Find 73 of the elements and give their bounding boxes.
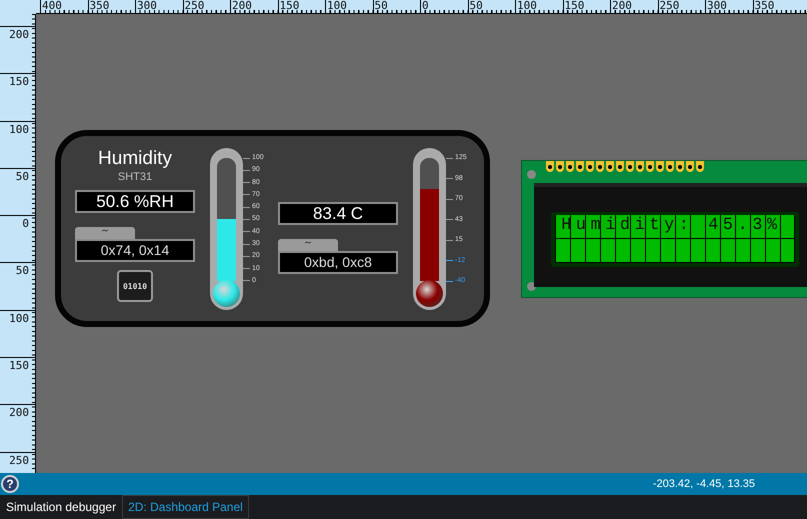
ruler-label: 350 [754, 0, 774, 12]
ruler-label: 300 [706, 0, 727, 12]
pin-icon [556, 161, 564, 172]
scale-tick [243, 218, 250, 220]
pin-icon [566, 161, 574, 172]
ruler-label: 50 [16, 263, 29, 278]
thermometer-bulb [213, 280, 240, 307]
pin-icon [636, 161, 644, 172]
scale-tick [243, 182, 250, 184]
scale-tick [243, 244, 250, 245]
raw-display: 0x74, 0x14 [75, 239, 195, 262]
ruler-label: 200 [9, 405, 29, 420]
grip-icon [102, 229, 108, 232]
scale-tick [243, 206, 250, 208]
ruler-label: 100 [9, 122, 29, 136]
scale-tick [243, 280, 250, 282]
pin-icon [656, 161, 664, 172]
pin-icon [676, 161, 684, 172]
ruler-label: 100 [326, 0, 347, 12]
ruler-label: 150 [278, 0, 300, 12]
ruler-label: 400 [41, 0, 62, 12]
scale-tick [446, 219, 453, 220]
pin-icon [686, 161, 694, 172]
raw-display: 0xbd, 0xc8 [278, 251, 398, 274]
ruler-label: 50 [374, 0, 388, 12]
cursor-coordinates: -203.42, -4.45, 13.35 [652, 478, 755, 490]
pin-icon [606, 161, 614, 172]
pin-icon [576, 161, 584, 172]
pin-icon [546, 161, 554, 172]
pin-icon [586, 161, 594, 172]
ruler-label: 350 [88, 0, 110, 12]
help-button[interactable]: ? [1, 475, 19, 493]
ruler-label: 200 [611, 0, 632, 12]
scale-tick [446, 178, 453, 179]
tab[interactable]: Simulation debugger [0, 495, 122, 519]
pin-icon [596, 161, 604, 172]
scale-tick [243, 194, 250, 196]
pin-icon [626, 161, 634, 172]
binary-data-badge: 01010 [117, 270, 153, 302]
ruler-label: 0 [22, 216, 29, 230]
scale-tick [446, 198, 453, 200]
sensor-name: SHT31 [118, 170, 152, 184]
ruler-label: 250 [184, 0, 204, 12]
ruler-label: 100 [516, 0, 537, 12]
pin-icon [696, 161, 704, 172]
ruler-label: 50 [468, 0, 483, 12]
scale-tick [446, 260, 453, 261]
ruler-label: 150 [9, 358, 29, 372]
pin-icon [646, 161, 654, 172]
reading-display: 50.6 %RH [75, 190, 195, 213]
scale-tick [243, 256, 250, 257]
ruler-label: 150 [9, 74, 29, 88]
mounting-hole-icon [527, 170, 536, 179]
grip-icon [305, 241, 311, 244]
ruler-label: 50 [16, 168, 29, 183]
ruler-label: 250 [9, 452, 29, 467]
tab[interactable]: 2D: Dashboard Panel [122, 495, 249, 519]
scale-tick [243, 268, 250, 270]
reading-display: 83.4 C [278, 202, 398, 225]
ruler-label: 150 [564, 0, 584, 12]
pin-icon [616, 161, 624, 172]
ruler-label: 100 [9, 310, 29, 325]
scale-tick [446, 280, 453, 282]
ruler-label: 250 [658, 0, 680, 12]
ruler-label: 0 [421, 0, 429, 12]
scale-tick [243, 231, 250, 232]
scale-tick [243, 170, 250, 171]
ruler-label: 300 [136, 0, 157, 12]
ruler-label: 200 [9, 27, 29, 41]
thermometer-bulb [416, 280, 443, 307]
pin-icon [666, 161, 674, 172]
panel-title: Humidity [98, 148, 172, 170]
ruler-label: 200 [231, 0, 252, 12]
